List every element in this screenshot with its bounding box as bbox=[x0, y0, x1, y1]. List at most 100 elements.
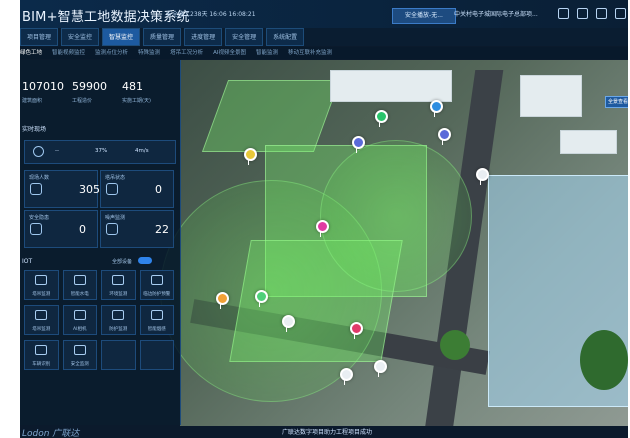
datetime-readout: 安全施工238天 16:06 16:08:21 bbox=[166, 11, 256, 18]
device-pin[interactable] bbox=[430, 100, 443, 117]
device-pin[interactable] bbox=[438, 128, 451, 145]
alert-icon bbox=[73, 345, 86, 355]
brand-logo: Lodon 广联达 bbox=[22, 429, 80, 438]
device-pin[interactable] bbox=[476, 168, 489, 185]
weather-humidity: 37% bbox=[95, 148, 108, 154]
download-icon[interactable] bbox=[615, 8, 626, 19]
iot-label: 智能烟感 bbox=[147, 327, 166, 332]
kpi-value: 481 bbox=[122, 80, 143, 93]
org-selector[interactable]: 中关村电子城国际电子总部项... bbox=[454, 9, 538, 18]
kpi-label: 实施工期(天) bbox=[122, 98, 151, 104]
iot-label: 塔吊监测 bbox=[32, 327, 51, 332]
device-pin[interactable] bbox=[375, 110, 388, 127]
device-pin[interactable] bbox=[340, 368, 353, 385]
iot-item[interactable]: 临边防护预警 bbox=[139, 270, 174, 300]
fence-icon bbox=[150, 275, 163, 285]
card-title: 噪声监测 bbox=[105, 215, 126, 221]
sound-icon bbox=[106, 223, 118, 235]
tree bbox=[440, 330, 470, 360]
stat-card[interactable]: 安全隐患 0 bbox=[24, 210, 98, 248]
stat-card[interactable]: 噪声监测 22 bbox=[100, 210, 174, 248]
app-window: 全景查看 BIM+智慧工地数据决策系统 安全施工238天 16:06 16:08… bbox=[20, 0, 628, 438]
weather-strip: -- 37% 4m/s bbox=[24, 140, 176, 164]
card-title: 现场人数 bbox=[29, 175, 50, 181]
iot-item[interactable]: 塔吊监测 bbox=[24, 305, 59, 335]
stat-card[interactable]: 塔吊状态 0 bbox=[100, 170, 174, 208]
kpi-value: 107010 bbox=[22, 80, 64, 93]
device-pin[interactable] bbox=[255, 290, 268, 307]
device-pin[interactable] bbox=[216, 292, 229, 309]
iot-toggle[interactable] bbox=[138, 257, 152, 264]
env-icon bbox=[112, 275, 124, 285]
device-pin[interactable] bbox=[374, 360, 387, 377]
section-title: 实时现场 bbox=[22, 126, 47, 133]
iot-label: 塔吊监测 bbox=[32, 292, 51, 297]
iot-label: 安全监测 bbox=[70, 362, 89, 367]
coverage-dome bbox=[320, 140, 472, 292]
tab-progress[interactable]: 进度管理 bbox=[184, 28, 223, 46]
subtab-video[interactable]: 智能视频监控 bbox=[52, 47, 85, 59]
card-title: 安全隐患 bbox=[29, 215, 50, 221]
weather-wind: 4m/s bbox=[135, 148, 149, 154]
device-pin[interactable] bbox=[352, 136, 365, 153]
iot-label: 车辆识别 bbox=[32, 362, 51, 367]
subtab-smart[interactable]: 智能监测 bbox=[256, 47, 278, 59]
panorama-button[interactable]: 全景查看 bbox=[605, 96, 628, 108]
card-title: 塔吊状态 bbox=[105, 175, 126, 181]
iot-item[interactable]: 智能烟感 bbox=[139, 305, 174, 335]
status-text: 广联达数字项目助力工程项目成功 bbox=[282, 429, 373, 436]
notice-button[interactable]: 安全播放-无... bbox=[392, 8, 456, 24]
kpi-area: 107010 建筑面积 bbox=[22, 80, 68, 104]
subtab-mobile[interactable]: 移动互联补充监测 bbox=[288, 47, 332, 59]
device-pin[interactable] bbox=[244, 148, 257, 165]
building bbox=[560, 130, 617, 154]
card-value: 305 bbox=[79, 183, 100, 196]
subtab-crane[interactable]: 塔吊工况分析 bbox=[170, 47, 203, 59]
kpi-label: 建筑面积 bbox=[22, 98, 43, 104]
iot-item[interactable]: AI相机 bbox=[62, 305, 97, 335]
crane-icon bbox=[35, 310, 47, 320]
tab-smart-monitor[interactable]: 智慧监控 bbox=[102, 28, 141, 46]
iot-item[interactable]: 防护监测 bbox=[101, 305, 136, 335]
tab-quality[interactable]: 质量管理 bbox=[143, 28, 182, 46]
building bbox=[330, 70, 452, 102]
tab-safety[interactable]: 安全管理 bbox=[225, 28, 264, 46]
iot-label: 防护监测 bbox=[109, 327, 128, 332]
device-pin[interactable] bbox=[316, 220, 329, 237]
subtab-points[interactable]: 监测点位分析 bbox=[95, 47, 128, 59]
tab-config[interactable]: 系统配置 bbox=[266, 28, 305, 46]
subtab-green-site[interactable]: 绿色工地 bbox=[20, 47, 42, 59]
top-icons bbox=[558, 8, 628, 19]
iot-item-empty bbox=[101, 340, 136, 370]
device-pin[interactable] bbox=[350, 322, 363, 339]
kpi-label: 工程造价 bbox=[72, 98, 93, 104]
device-pin[interactable] bbox=[282, 315, 295, 332]
guard-icon bbox=[112, 310, 124, 320]
bottom-bar: Lodon 广联达 广联达数字项目助力工程项目成功 bbox=[20, 426, 628, 438]
grid-icon[interactable] bbox=[558, 8, 569, 19]
subtab-ai-panorama[interactable]: AI视频全景图 bbox=[213, 47, 246, 59]
crane-icon bbox=[35, 275, 47, 285]
smoke-icon bbox=[150, 310, 163, 320]
monitor-icon[interactable] bbox=[577, 8, 588, 19]
iot-item[interactable]: 塔吊监测 bbox=[24, 270, 59, 300]
iot-item[interactable]: 智能水电 bbox=[62, 270, 97, 300]
weather-temp: -- bbox=[55, 148, 59, 154]
iot-item[interactable]: 环境监测 bbox=[101, 270, 136, 300]
iot-label: 环境监测 bbox=[109, 292, 128, 297]
tab-safety-monitor[interactable]: 安全监控 bbox=[61, 28, 100, 46]
building bbox=[520, 75, 582, 117]
tab-project[interactable]: 项目管理 bbox=[20, 28, 59, 46]
iot-item[interactable]: 车辆识别 bbox=[24, 340, 59, 370]
iot-grid: 塔吊监测 智能水电 环境监测 临边防护预警 塔吊监测 AI相机 防护监测 智能烟… bbox=[24, 270, 174, 370]
section-title-iot: IOT bbox=[22, 258, 33, 265]
doc-icon[interactable] bbox=[596, 8, 607, 19]
car-icon bbox=[35, 345, 47, 355]
left-panel: 107010 建筑面积 59900 工程造价 481 实施工期(天) 实时现场 … bbox=[20, 60, 181, 425]
app-title: BIM+智慧工地数据决策系统 bbox=[22, 10, 190, 25]
subtab-special[interactable]: 特殊监测 bbox=[138, 47, 160, 59]
kpi-value: 59900 bbox=[72, 80, 107, 93]
stat-card[interactable]: 现场人数 305 bbox=[24, 170, 100, 208]
iot-item[interactable]: 安全监测 bbox=[62, 340, 97, 370]
iot-label: AI相机 bbox=[73, 327, 87, 332]
